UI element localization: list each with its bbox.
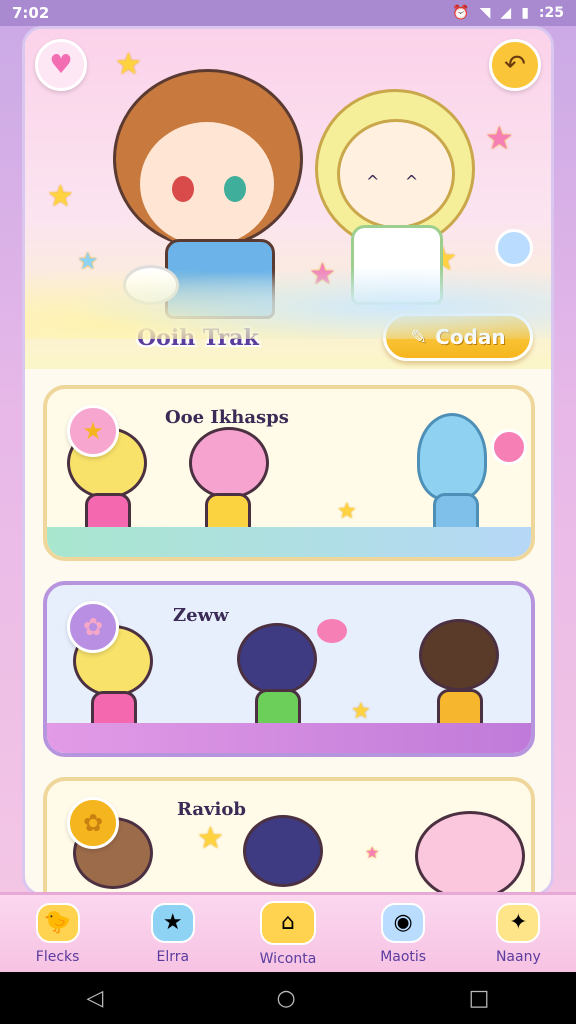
slime-character (417, 413, 487, 501)
tab-elrra[interactable]: ★ Elrra (118, 902, 228, 965)
character-avatar (415, 811, 525, 893)
hero-title: Ooih Trak (137, 325, 259, 351)
character-left-face (137, 119, 277, 249)
star-icon: ★ (485, 119, 514, 157)
back-nav-icon[interactable]: ◁ (87, 986, 104, 1011)
tab-label: Flecks (35, 948, 80, 965)
signal-icon: ◢ (500, 5, 512, 21)
card-floor (47, 527, 531, 557)
star-icon: ★ (77, 247, 99, 275)
battery-icon: ▮ (521, 5, 529, 21)
star-badge-icon: ★ (150, 902, 195, 943)
level-card-title: Raviob (177, 799, 246, 820)
character-avatar (237, 623, 317, 695)
tab-flecks[interactable]: 🐤 Flecks (3, 902, 113, 965)
character-avatar (419, 619, 499, 691)
status-icons: ⏰ ◥ ◢ ▮ :25 (452, 5, 564, 21)
star-icon: ★ (351, 699, 371, 724)
back-icon[interactable]: ↶ (489, 39, 541, 91)
recents-nav-icon[interactable]: □ (469, 986, 490, 1011)
bow-icon (317, 619, 347, 643)
star-icon: ★ (47, 179, 74, 214)
level-card-2[interactable]: Zeww ★ (43, 581, 535, 757)
card-floor (47, 723, 531, 753)
game-frame: ♥ ↶ ★ ★ ★ ★ ★ ★ ^ ^ Ooih Trak ✎ Codan Oo… (22, 26, 554, 896)
star-icon: ★ (309, 257, 336, 292)
hero-banner: ♥ ↶ ★ ★ ★ ★ ★ ★ ^ ^ Ooih Trak ✎ Codan (25, 29, 551, 369)
tab-label: Naany (495, 948, 541, 965)
status-right-text: :25 (538, 5, 564, 21)
character-right-face: ^ ^ (337, 119, 455, 229)
level-card-title: Zeww (173, 605, 229, 626)
flower-badge-icon: ✿ (67, 797, 119, 849)
star-icon: ★ (197, 821, 224, 856)
level-card-1[interactable]: Ooe Ikhasps ★ (43, 385, 535, 561)
codan-button-label: Codan (435, 325, 506, 349)
home-nav-icon[interactable]: ○ (276, 986, 295, 1011)
star-icon: ★ (337, 499, 357, 524)
star-badge-icon: ★ (67, 405, 119, 457)
flower-badge-icon: ✿ (67, 601, 119, 653)
chick-icon: 🐤 (35, 902, 80, 943)
tab-maotis[interactable]: ◉ Maotis (348, 902, 458, 965)
cloud-icon (123, 265, 179, 305)
character-avatar (243, 815, 323, 887)
character-left-body (165, 239, 275, 319)
sparkle-icon: ✦ (496, 902, 541, 943)
status-bar: 7:02 ⏰ ◥ ◢ ▮ :25 (0, 0, 576, 26)
wifi-icon: ◥ (479, 5, 491, 21)
pencil-icon: ✎ (410, 325, 428, 349)
codan-button[interactable]: ✎ Codan (383, 313, 533, 361)
star-icon: ★ (115, 47, 142, 82)
balloon-icon (495, 229, 533, 267)
level-card-3[interactable]: Raviob ★ ★ (43, 777, 535, 893)
system-nav-bar: ◁ ○ □ (0, 972, 576, 1024)
tab-naany[interactable]: ✦ Naany (463, 902, 573, 965)
tab-wiconta[interactable]: ⌂ Wiconta (233, 900, 343, 967)
alarm-icon: ⏰ (452, 5, 470, 21)
home-icon: ⌂ (259, 900, 316, 945)
character-avatar (189, 427, 269, 499)
tab-label: Elrra (156, 948, 190, 965)
location-icon: ◉ (381, 902, 426, 943)
status-time: 7:02 (12, 4, 50, 22)
balloon-icon (491, 429, 527, 465)
heart-icon[interactable]: ♥ (35, 39, 87, 91)
tab-label: Maotis (380, 948, 427, 965)
bottom-tab-bar: 🐤 Flecks ★ Elrra ⌂ Wiconta ◉ Maotis ✦ Na… (0, 892, 576, 972)
level-card-title: Ooe Ikhasps (165, 407, 289, 428)
star-icon: ★ (365, 843, 380, 862)
tab-label: Wiconta (259, 950, 317, 967)
character-right-body (351, 225, 443, 305)
